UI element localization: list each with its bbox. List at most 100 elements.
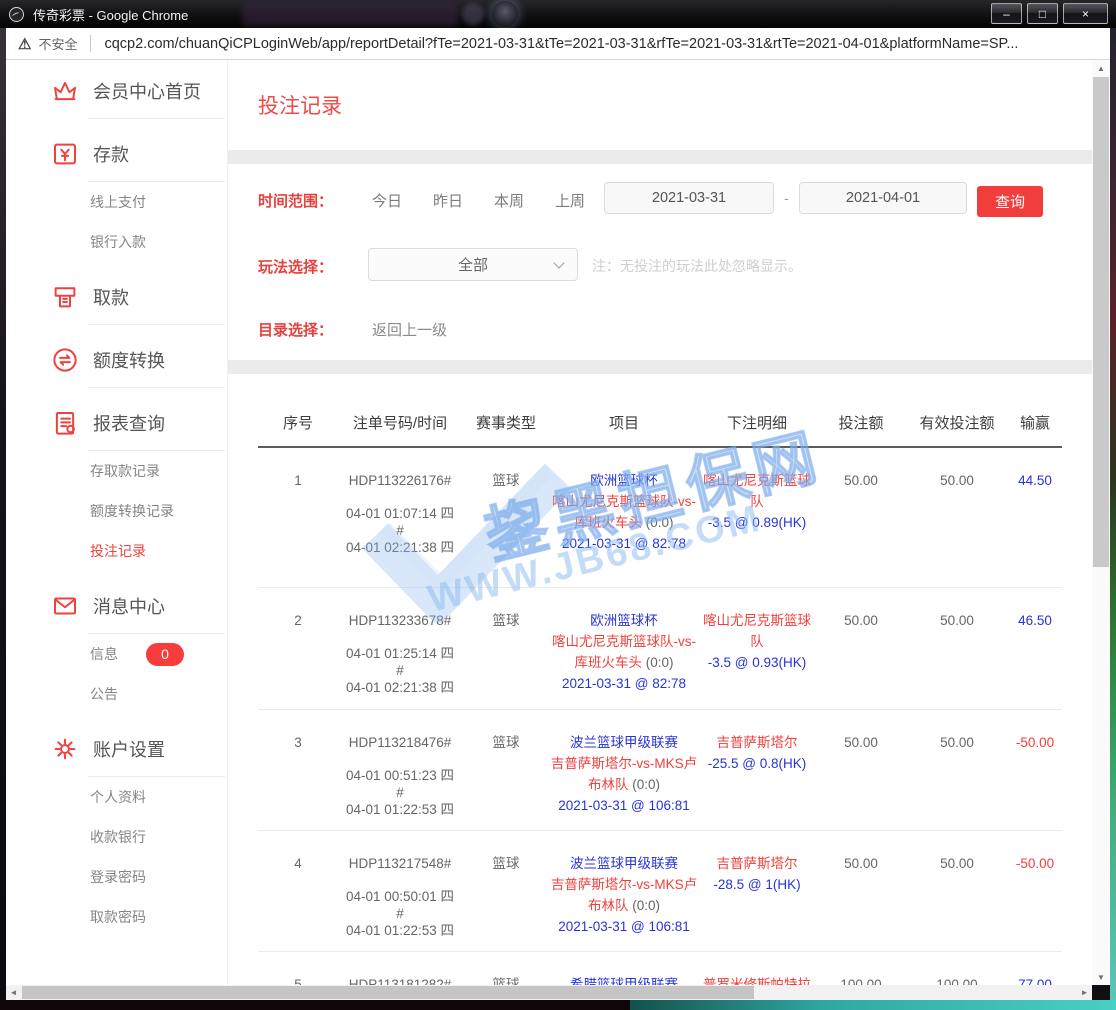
date-from-input[interactable]: 2021-03-31	[604, 182, 774, 214]
play-select-label: 玩法选择：	[258, 256, 333, 277]
scroll-left-arrow[interactable]: ◄	[6, 985, 21, 1000]
cell-amount: 50.00	[816, 831, 906, 951]
site-favicon-icon	[9, 7, 24, 22]
sidebar: 会员中心首页 存款 线上支付 银行入款	[6, 60, 228, 985]
query-button[interactable]: 查询	[977, 186, 1043, 217]
sidebar-item-withdraw[interactable]: 取款	[6, 262, 227, 324]
cell-bet-detail: 吉普萨斯塔尔 -28.5 @ 1(HK)	[698, 831, 816, 951]
cell-sport: 篮球	[462, 448, 550, 587]
sidebar-item-label: 消息中心	[93, 593, 165, 619]
sidebar-item-withdraw-password[interactable]: 取款密码	[6, 897, 227, 937]
cell-event: 希腊篮球甲级联赛 普罗米修斯帕特拉斯队-vs-阿里斯	[550, 952, 698, 985]
window-left-border	[0, 28, 6, 1000]
vertical-scrollbar[interactable]: ▲ ▼	[1092, 60, 1110, 985]
cell-sport: 篮球	[462, 710, 550, 830]
cell-order-time: HDP113181282# 03-31 23:24:41 三	[338, 952, 462, 985]
cell-event: 波兰篮球甲级联赛 吉普萨斯塔尔-vs-MKS卢布林队 (0:0) 2021-03…	[550, 831, 698, 951]
winloss-value: -50.00	[1008, 710, 1062, 830]
cell-order-time: HDP113218476# 04-01 00:51:23 四 # 04-01 0…	[338, 710, 462, 830]
winloss-value: -50.00	[1008, 831, 1062, 951]
sidebar-item-account-settings[interactable]: 账户设置	[6, 714, 227, 776]
background-window-tab	[243, 2, 458, 26]
horizontal-scrollbar[interactable]: ◄ ►	[6, 985, 1092, 1000]
play-select-note: 注：无投注的玩法此处忽略显示。	[592, 256, 802, 276]
cell-order-time: HDP113217548# 04-01 00:50:01 四 # 04-01 0…	[338, 831, 462, 951]
browser-address-bar[interactable]: ⚠ 不安全 cqcp2.com/chuanQiCPLoginWeb/app/re…	[0, 28, 1116, 60]
sidebar-item-announcements[interactable]: 公告	[6, 674, 227, 714]
page-url[interactable]: cqcp2.com/chuanQiCPLoginWeb/app/reportDe…	[104, 36, 1018, 52]
sidebar-item-label: 账户设置	[93, 736, 165, 762]
cell-sport: 篮球	[462, 588, 550, 709]
report-icon	[50, 408, 80, 438]
window-title: 传奇彩票 - Google Chrome	[33, 5, 188, 24]
cell-order-time: HDP113233678# 04-01 01:25:14 四 # 04-01 0…	[338, 588, 462, 709]
sidebar-item-credit-transfer[interactable]: 额度转换	[6, 325, 227, 387]
scroll-down-arrow[interactable]: ▼	[1092, 969, 1110, 985]
background-window-button	[492, 1, 518, 27]
horizontal-scrollbar-thumb[interactable]	[22, 986, 754, 999]
sidebar-item-deposit-withdraw-records[interactable]: 存取款记录	[6, 451, 227, 491]
table-row: 4 HDP113217548# 04-01 00:50:01 四 # 04-01…	[258, 831, 1062, 952]
sidebar-item-online-pay[interactable]: 线上支付	[6, 182, 227, 222]
cell-seq: 5	[258, 952, 338, 985]
scroll-right-arrow[interactable]: ►	[1077, 985, 1092, 1000]
sidebar-item-profile[interactable]: 个人资料	[6, 777, 227, 817]
sidebar-item-messages[interactable]: 信息 0	[6, 634, 227, 674]
cell-valid-amount: 50.00	[906, 448, 1008, 587]
filter-panel: 时间范围： 今日 昨日 本周 上周 2021-03-31 - 2021-04-0…	[228, 164, 1092, 360]
cell-amount: 100.00	[816, 952, 906, 985]
gear-icon	[50, 734, 80, 764]
table-row: 5 HDP113181282# 03-31 23:24:41 三 篮球 希腊篮球…	[258, 952, 1062, 985]
cell-valid-amount: 100.00	[906, 952, 1008, 985]
main-content: 投注记录 时间范围： 今日 昨日 本周 上周 2021-03-31 - 2021…	[228, 60, 1092, 985]
title-panel: 投注记录	[228, 60, 1092, 150]
cell-event: 波兰篮球甲级联赛 吉普萨斯塔尔-vs-MKS卢布林队 (0:0) 2021-03…	[550, 710, 698, 830]
quick-link-this-week[interactable]: 本周	[494, 190, 524, 211]
chevron-down-icon	[553, 257, 564, 268]
scroll-up-arrow[interactable]: ▲	[1092, 60, 1110, 76]
cell-sport: 篮球	[462, 831, 550, 951]
vertical-scrollbar-thumb[interactable]	[1093, 77, 1109, 567]
cell-bet-detail: 喀山尤尼克斯篮球队 -3.5 @ 0.89(HK)	[698, 448, 816, 587]
sidebar-item-transfer-records[interactable]: 额度转换记录	[6, 491, 227, 531]
sidebar-item-label: 取款	[93, 284, 129, 310]
date-to-input[interactable]: 2021-04-01	[799, 182, 967, 214]
background-window-edge	[0, 1000, 630, 1010]
quick-link-today[interactable]: 今日	[372, 190, 402, 211]
sidebar-item-bank-deposit[interactable]: 银行入款	[6, 222, 227, 262]
window-right-border	[1110, 28, 1116, 1000]
unread-count-badge: 0	[146, 643, 184, 666]
maximize-button[interactable]: □	[1027, 3, 1058, 24]
sidebar-item-login-password[interactable]: 登录密码	[6, 857, 227, 897]
sidebar-item-label: 会员中心首页	[93, 78, 201, 104]
table-header-row: 序号 注单号码/时间 赛事类型 项目 下注明细 投注额 有效投注额 输赢	[258, 374, 1062, 448]
close-button[interactable]: ×	[1063, 3, 1108, 24]
winloss-value: 77.00	[1008, 952, 1062, 985]
not-secure-warning-icon[interactable]: ⚠	[18, 35, 31, 53]
quick-link-yesterday[interactable]: 昨日	[433, 190, 463, 211]
withdraw-icon	[50, 282, 80, 312]
play-select-dropdown[interactable]: 全部	[368, 248, 578, 281]
sidebar-item-label: 报表查询	[93, 410, 165, 436]
minimize-button[interactable]: –	[991, 3, 1022, 24]
cell-event: 欧洲篮球杯 喀山尤尼克斯篮球队-vs-库班火车头 (0:0) 2021-03-3…	[550, 448, 698, 587]
sidebar-item-deposit[interactable]: 存款	[6, 119, 227, 181]
deposit-icon	[50, 139, 80, 169]
not-secure-label[interactable]: 不安全	[38, 34, 77, 53]
cell-sport: 篮球	[462, 952, 550, 985]
sidebar-item-label: 存款	[93, 141, 129, 167]
table-row: 2 HDP113233678# 04-01 01:25:14 四 # 04-01…	[258, 588, 1062, 710]
time-range-label: 时间范围：	[258, 190, 333, 211]
sidebar-item-message-center[interactable]: 消息中心	[6, 571, 227, 633]
quick-link-last-week[interactable]: 上周	[555, 190, 585, 211]
table-row: 3 HDP113218476# 04-01 00:51:23 四 # 04-01…	[258, 710, 1062, 831]
crown-icon	[50, 76, 80, 106]
cell-seq: 1	[258, 448, 338, 587]
back-up-level-link[interactable]: 返回上一级	[372, 319, 447, 340]
cell-amount: 50.00	[816, 448, 906, 587]
sidebar-item-member-home[interactable]: 会员中心首页	[6, 60, 227, 118]
cell-event: 欧洲篮球杯 喀山尤尼克斯篮球队-vs-库班火车头 (0:0) 2021-03-3…	[550, 588, 698, 709]
sidebar-item-bet-records[interactable]: 投注记录	[6, 531, 227, 571]
sidebar-item-receiving-bank[interactable]: 收款银行	[6, 817, 227, 857]
sidebar-item-reports[interactable]: 报表查询	[6, 388, 227, 450]
